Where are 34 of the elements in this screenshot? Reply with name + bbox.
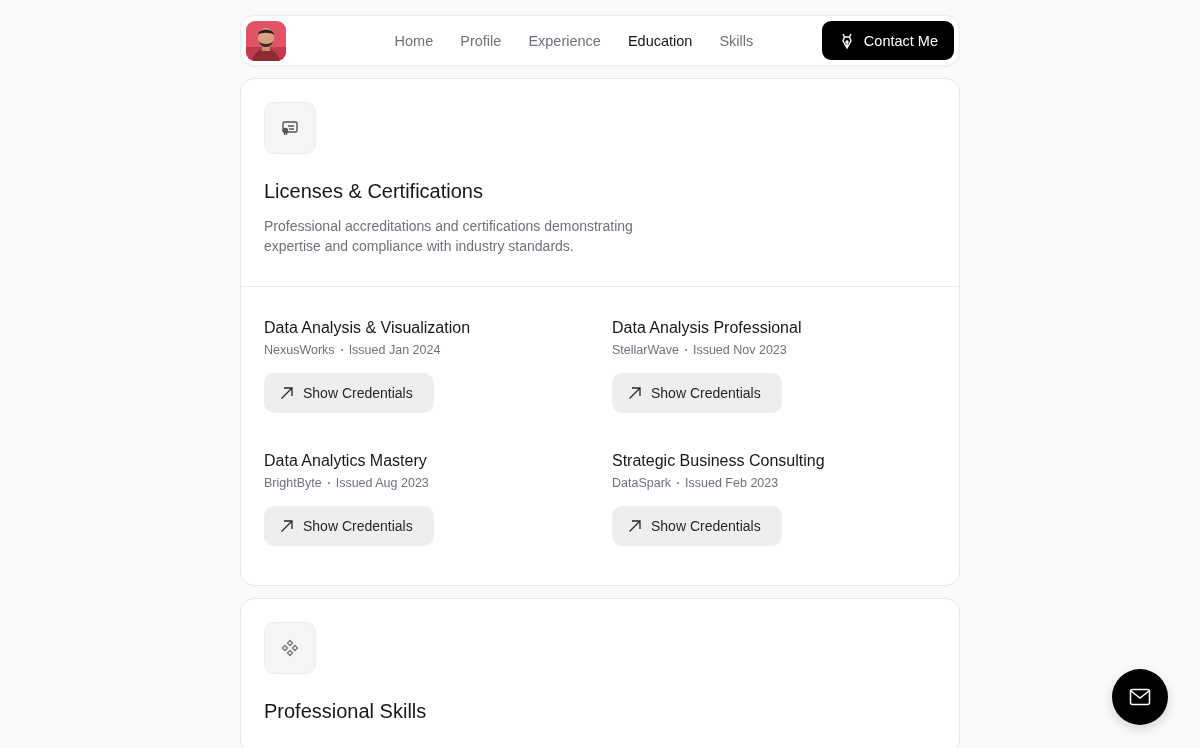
issuer: StellarWave [612,343,679,357]
issuer: NexusWorks [264,343,335,357]
issuer: BrightByte [264,476,322,490]
nav-link[interactable]: Education [627,32,693,49]
pen-nib-icon [839,32,854,49]
nav-link[interactable]: Profile [460,32,502,49]
show-credentials-button[interactable]: Show Credentials [612,373,782,413]
section-title: Licenses & Certifications [264,180,484,203]
nav-link[interactable]: Experience [528,32,601,49]
issue-date: Issued Jan 2024 [348,343,441,357]
contact-button[interactable]: Contact Me [821,21,954,60]
issue-date: Issued Feb 2023 [685,476,779,490]
arrow-up-right-icon [280,519,294,533]
mail-icon [1129,688,1151,706]
section-description: Professional accreditations and certifications demonstrating expertise and compliance with industry standards. [264,217,634,256]
arrow-up-right-icon [280,386,294,400]
show-credentials-button[interactable]: Show Credentials [264,373,434,413]
nav-link[interactable]: Home [394,32,434,49]
certificate-icon [280,118,300,138]
show-credentials-button[interactable]: Show Credentials [612,506,782,546]
section-title: Professional Skills [264,700,428,723]
nav-link[interactable]: Skills [719,32,754,49]
mail-button[interactable] [1112,669,1168,725]
arrow-up-right-icon [628,386,642,400]
certification-title: Data Analysis & Visualization [264,318,472,338]
issue-date: Issued Nov 2023 [692,343,787,357]
certification-title: Strategic Business Consulting [612,451,826,471]
diamonds-icon [280,638,300,658]
show-credentials-button[interactable]: Show Credentials [264,506,434,546]
issuer: DataSpark [612,476,672,490]
certification-title: Data Analytics Mastery [264,451,428,471]
certification-title: Data Analysis Professional [612,318,803,338]
arrow-up-right-icon [628,519,642,533]
issue-date: Issued Aug 2023 [335,476,429,490]
